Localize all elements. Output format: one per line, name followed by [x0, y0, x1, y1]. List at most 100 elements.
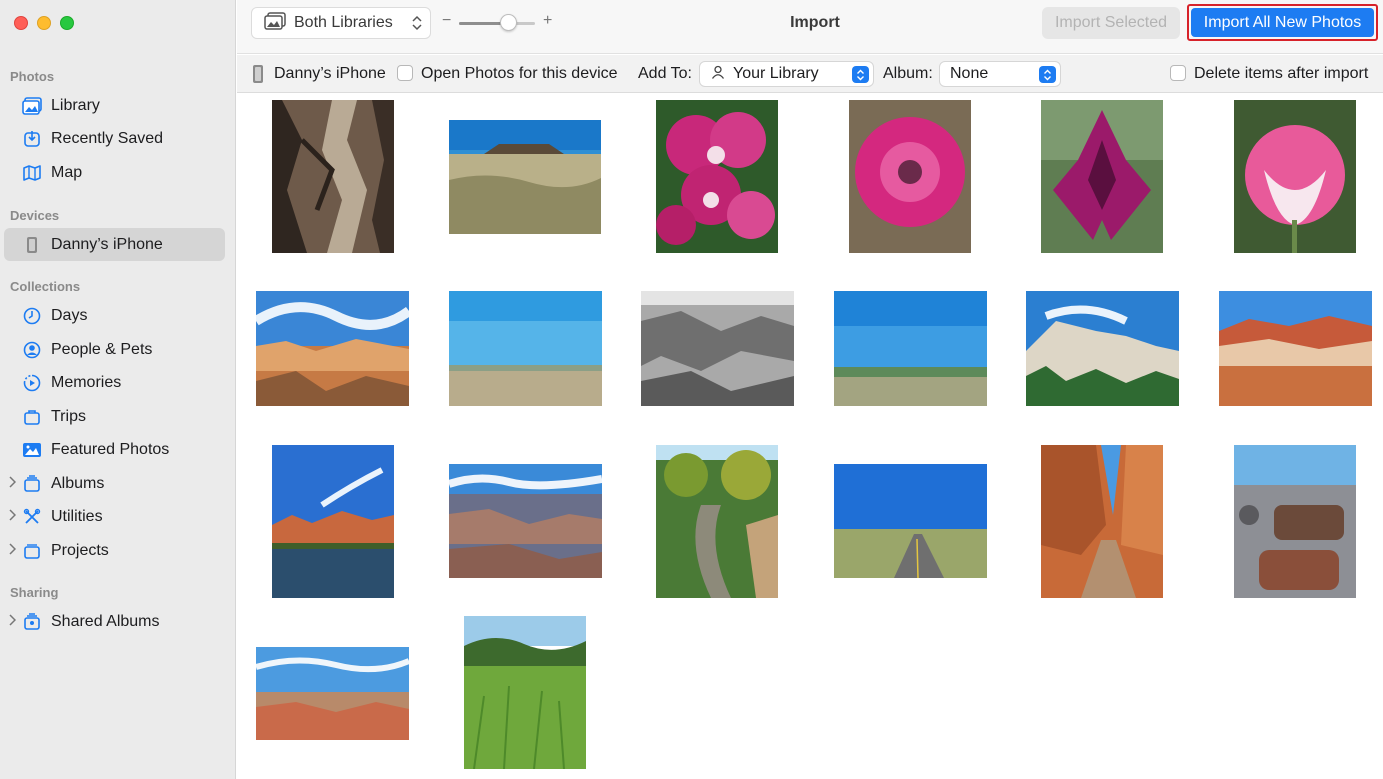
iphone-icon: [21, 234, 43, 256]
album-label: Album:: [883, 65, 933, 82]
import-all-highlight: Import All New Photos: [1187, 4, 1378, 41]
person-icon: [21, 339, 43, 361]
photo-thumbnail[interactable]: [272, 100, 394, 253]
sidebar-item-label: Map: [51, 163, 83, 181]
sidebar-item-albums[interactable]: Albums: [4, 467, 225, 500]
albums-icon: [21, 473, 43, 495]
delete-after-import-label[interactable]: Delete items after import: [1194, 65, 1368, 83]
sidebar-item-label: Featured Photos: [51, 440, 170, 458]
photo-thumbnail[interactable]: [641, 291, 794, 406]
chevron-right-icon[interactable]: [8, 543, 18, 557]
photo-thumbnail[interactable]: [449, 291, 602, 406]
sidebar-item-people-pets[interactable]: People & Pets: [4, 333, 225, 366]
projects-icon: [21, 540, 43, 562]
recently-saved-icon: [21, 128, 43, 150]
sidebar-item-label: Projects: [51, 541, 109, 559]
sidebar-item-trips[interactable]: Trips: [4, 400, 225, 433]
photo-thumbnail[interactable]: [256, 647, 409, 740]
chevron-right-icon[interactable]: [8, 614, 18, 628]
zoom-slider-track[interactable]: [459, 22, 535, 25]
window-title: Import: [790, 14, 840, 31]
chevron-right-icon[interactable]: [8, 509, 18, 523]
device-name: Danny’s iPhone: [274, 65, 386, 82]
photo-thumbnail[interactable]: [834, 291, 987, 406]
sidebar-item-library[interactable]: Library: [4, 89, 225, 122]
sidebar-item-memories[interactable]: Memories: [4, 366, 225, 399]
close-window-button[interactable]: [14, 16, 28, 30]
sidebar-item-label: Library: [51, 96, 100, 114]
suitcase-icon: [21, 406, 43, 428]
toolbar: Both Libraries − + Import Import Selecte…: [237, 0, 1383, 54]
sidebar-item-label: Recently Saved: [51, 129, 164, 147]
photo-thumbnail[interactable]: [834, 464, 987, 578]
photo-thumbnail[interactable]: [449, 464, 602, 578]
open-photos-label[interactable]: Open Photos for this device: [421, 65, 618, 83]
sidebar-item-label: Memories: [51, 373, 122, 391]
sidebar-item-label: Trips: [51, 407, 86, 425]
featured-photo-icon: [21, 439, 43, 461]
add-to-select[interactable]: Your Library: [699, 61, 874, 87]
sidebar-item-label: Days: [51, 306, 88, 324]
photo-grid: [237, 94, 1383, 779]
photo-thumbnail[interactable]: [1041, 445, 1163, 598]
sidebar: Photos Library Recently Saved Map Device…: [0, 0, 236, 779]
sidebar-item-label: Utilities: [51, 507, 103, 525]
import-selected-button[interactable]: Import Selected: [1042, 7, 1180, 39]
photo-thumbnail[interactable]: [449, 120, 601, 234]
open-photos-checkbox[interactable]: [397, 65, 413, 81]
sidebar-item-projects[interactable]: Projects: [4, 534, 225, 567]
zoom-in-button[interactable]: +: [543, 12, 552, 30]
sidebar-item-label: Shared Albums: [51, 612, 160, 630]
photo-library-icon: [264, 11, 286, 35]
photo-thumbnail[interactable]: [1234, 100, 1356, 253]
sidebar-item-map[interactable]: Map: [4, 156, 225, 189]
sidebar-section-photos: Photos: [10, 69, 55, 84]
map-icon: [21, 162, 43, 184]
shared-albums-icon: [21, 611, 43, 633]
sidebar-section-devices: Devices: [10, 208, 60, 223]
updown-chevron-icon: [412, 15, 422, 36]
photo-thumbnail[interactable]: [1219, 291, 1372, 406]
sidebar-section-collections: Collections: [10, 279, 81, 294]
photo-thumbnail[interactable]: [272, 445, 394, 598]
add-to-label: Add To:: [638, 65, 692, 82]
photo-thumbnail[interactable]: [656, 100, 778, 253]
library-icon: [21, 95, 43, 117]
photo-thumbnail[interactable]: [1234, 445, 1356, 598]
add-to-value: Your Library: [733, 65, 819, 82]
library-selector[interactable]: Both Libraries: [251, 7, 431, 39]
minimize-window-button[interactable]: [37, 16, 51, 30]
album-select[interactable]: None: [939, 61, 1061, 87]
sidebar-item-label: Danny’s iPhone: [51, 235, 163, 253]
clock-icon: [21, 305, 43, 327]
window-controls: [14, 16, 74, 30]
person-icon: [711, 65, 725, 84]
sidebar-item-utilities[interactable]: Utilities: [4, 500, 225, 533]
photo-thumbnail[interactable]: [849, 100, 971, 253]
photo-thumbnail[interactable]: [256, 291, 409, 406]
sidebar-item-featured-photos[interactable]: Featured Photos: [4, 433, 225, 466]
zoom-window-button[interactable]: [60, 16, 74, 30]
sidebar-item-recently-saved[interactable]: Recently Saved: [4, 122, 225, 155]
zoom-slider-knob[interactable]: [499, 14, 517, 31]
sidebar-item-label: Albums: [51, 474, 105, 492]
photo-thumbnail[interactable]: [1041, 100, 1163, 253]
delete-after-import-checkbox[interactable]: [1170, 65, 1186, 81]
photo-thumbnail[interactable]: [1026, 291, 1179, 406]
device-bar: Danny’s iPhone Open Photos for this devi…: [237, 55, 1383, 93]
sidebar-item-iphone[interactable]: Danny’s iPhone: [4, 228, 225, 261]
sidebar-item-days[interactable]: Days: [4, 299, 225, 332]
memories-icon: [21, 372, 43, 394]
album-value: None: [950, 65, 989, 82]
zoom-out-button[interactable]: −: [442, 12, 451, 30]
chevron-right-icon[interactable]: [8, 476, 18, 490]
sidebar-item-label: People & Pets: [51, 340, 153, 358]
sidebar-item-shared-albums[interactable]: Shared Albums: [4, 605, 225, 638]
iphone-icon: [252, 64, 264, 89]
utilities-icon: [21, 506, 43, 528]
photo-thumbnail[interactable]: [464, 616, 586, 769]
sidebar-section-sharing: Sharing: [10, 585, 59, 600]
photo-thumbnail[interactable]: [656, 445, 778, 598]
import-all-button[interactable]: Import All New Photos: [1191, 8, 1374, 37]
updown-chevron-icon: [1039, 66, 1056, 83]
